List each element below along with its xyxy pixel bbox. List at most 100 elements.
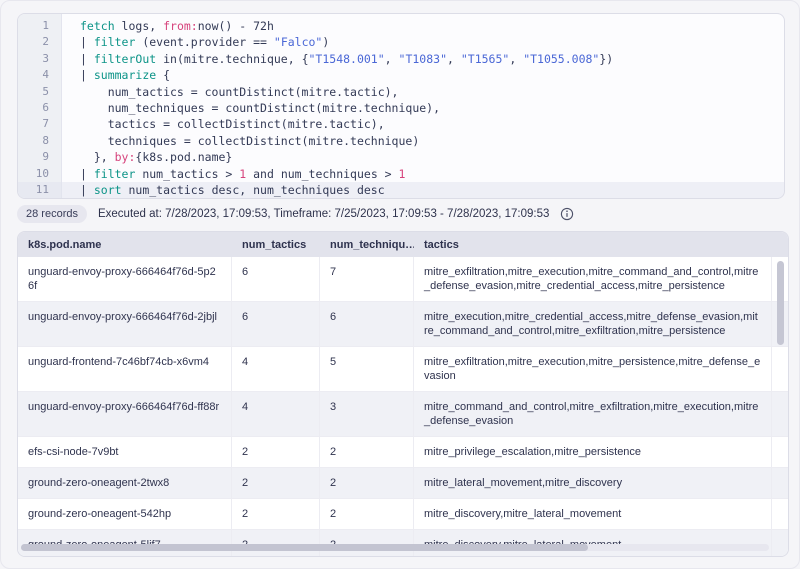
code-token-pl: | — [80, 35, 94, 49]
horizontal-scrollbar-track[interactable] — [21, 544, 769, 551]
line-number: 5 — [18, 84, 62, 100]
code-token-pl: , — [509, 52, 523, 66]
cell-tactics: mitre_exfiltration,mitre_execution,mitre… — [414, 347, 772, 391]
code-token-pl: and num_techniques > — [246, 167, 398, 181]
cell-num_tactics: 4 — [232, 347, 320, 391]
table-row[interactable]: ground-zero-oneagent-2twx822mitre_latera… — [18, 468, 788, 499]
cell-num_tactics: 2 — [232, 499, 320, 529]
code-token-str: "Falco" — [274, 35, 322, 49]
row-gutter — [772, 499, 789, 529]
code-token-kw: filter — [94, 167, 136, 181]
table-row[interactable]: ground-zero-oneagent-542hp22mitre_discov… — [18, 499, 788, 530]
cell-tactics: mitre_discovery,mitre_lateral_movement — [414, 499, 772, 529]
code-token-pl: ) — [322, 35, 329, 49]
cell-pod: unguard-envoy-proxy-666464f76d-2jbjl — [18, 302, 232, 346]
cell-num_tactics: 6 — [232, 257, 320, 301]
code-token-pl: }, — [80, 150, 115, 164]
code-token-pl: num_techniques = countDistinct(mitre.tec… — [80, 101, 440, 115]
cell-num_techniques: 2 — [320, 468, 414, 498]
vertical-scrollbar-thumb[interactable] — [777, 261, 784, 345]
code-text: fetch logs, from:now() - 72h — [62, 18, 274, 34]
table-body: unguard-envoy-proxy-666464f76d-5p26f67mi… — [18, 257, 788, 557]
code-line[interactable]: 6 num_techniques = countDistinct(mitre.t… — [18, 100, 784, 116]
code-token-str: "T1083" — [399, 52, 447, 66]
code-token-pl: }) — [599, 52, 613, 66]
table-row[interactable]: unguard-frontend-7c46bf74cb-x6vm445mitre… — [18, 347, 788, 392]
cell-tactics: mitre_lateral_movement,mitre_discovery — [414, 468, 772, 498]
info-icon[interactable] — [560, 207, 574, 221]
code-token-kw: filterOut — [94, 52, 156, 66]
table-row[interactable]: efs-csi-node-7v9bt22mitre_privilege_esca… — [18, 437, 788, 468]
cell-pod: ground-zero-oneagent-2twx8 — [18, 468, 232, 498]
code-line[interactable]: 2| filter (event.provider == "Falco") — [18, 34, 784, 50]
code-token-str: "T1055.008" — [523, 52, 599, 66]
line-number: 11 — [18, 182, 62, 198]
cell-tactics: mitre_command_and_control,mitre_exfiltra… — [414, 392, 772, 436]
column-header-tactics[interactable]: tactics — [414, 239, 772, 251]
cell-num_techniques: 5 — [320, 347, 414, 391]
code-token-pl: | — [80, 183, 94, 197]
code-text: num_tactics = countDistinct(mitre.tactic… — [62, 84, 399, 100]
column-header-num_tactics[interactable]: num_tactics — [232, 239, 320, 251]
query-editor[interactable]: 1fetch logs, from:now() - 72h2| filter (… — [17, 13, 785, 199]
code-token-pl: logs, — [115, 19, 163, 33]
cell-tactics: mitre_privilege_escalation,mitre_persist… — [414, 437, 772, 467]
code-token-pl: { — [156, 68, 170, 82]
row-gutter — [772, 530, 789, 557]
code-text: | filter num_tactics > 1 and num_techniq… — [62, 166, 405, 182]
code-token-mod: from: — [163, 19, 198, 33]
code-token-pl: now() - 72h — [198, 19, 274, 33]
code-line[interactable]: 1fetch logs, from:now() - 72h — [18, 18, 784, 34]
line-number: 8 — [18, 133, 62, 149]
code-line[interactable]: 7 tactics = collectDistinct(mitre.tactic… — [18, 116, 784, 132]
code-text: tactics = collectDistinct(mitre.tactic), — [62, 116, 385, 132]
code-text: | filterOut in(mitre.technique, {"T1548.… — [62, 51, 613, 67]
code-text: num_techniques = countDistinct(mitre.tec… — [62, 100, 440, 116]
cell-num_techniques: 3 — [320, 392, 414, 436]
status-bar: 28 records Executed at: 7/28/2023, 17:09… — [17, 203, 783, 225]
cell-pod: unguard-envoy-proxy-666464f76d-ff88r — [18, 392, 232, 436]
table-header: k8s.pod.namenum_tacticsnum_techniqu…tact… — [18, 232, 788, 257]
horizontal-scrollbar-thumb[interactable] — [21, 544, 588, 551]
code-token-kw: fetch — [80, 19, 115, 33]
code-line[interactable]: 4| summarize { — [18, 67, 784, 83]
code-line[interactable]: 3| filterOut in(mitre.technique, {"T1548… — [18, 51, 784, 67]
cell-num_techniques: 2 — [320, 437, 414, 467]
code-token-pl: in(mitre.technique, { — [156, 52, 308, 66]
table-row[interactable]: unguard-envoy-proxy-666464f76d-ff88r43mi… — [18, 392, 788, 437]
code-text: }, by:{k8s.pod.name} — [62, 149, 232, 165]
code-token-pl: , — [447, 52, 461, 66]
table-row[interactable]: unguard-envoy-proxy-666464f76d-2jbjl66mi… — [18, 302, 788, 347]
cell-tactics: mitre_execution,mitre_credential_access,… — [414, 302, 772, 346]
code-token-kw: filter — [94, 35, 136, 49]
line-number: 6 — [18, 100, 62, 116]
code-token-pl: techniques = collectDistinct(mitre.techn… — [80, 134, 419, 148]
cell-pod: unguard-envoy-proxy-666464f76d-5p26f — [18, 257, 232, 301]
cell-num_tactics: 2 — [232, 468, 320, 498]
code-token-pl: num_tactics = countDistinct(mitre.tactic… — [80, 85, 399, 99]
code-line[interactable]: 9 }, by:{k8s.pod.name} — [18, 149, 784, 165]
code-token-kw: summarize — [94, 68, 156, 82]
code-token-pl: num_tactics desc, num_techniques desc — [122, 183, 385, 197]
code-line[interactable]: 8 techniques = collectDistinct(mitre.tec… — [18, 133, 784, 149]
code-token-mod: by: — [115, 150, 136, 164]
line-number: 10 — [18, 166, 62, 182]
code-token-num: 1 — [399, 167, 406, 181]
column-header-num_techniques[interactable]: num_techniqu… — [320, 239, 414, 251]
column-header-pod[interactable]: k8s.pod.name — [18, 239, 232, 251]
line-number: 3 — [18, 51, 62, 67]
code-line[interactable]: 11| sort num_tactics desc, num_technique… — [18, 182, 784, 198]
row-gutter — [772, 437, 789, 467]
line-number: 2 — [18, 34, 62, 50]
code-token-str: "T1548.001" — [309, 52, 385, 66]
records-badge: 28 records — [17, 205, 87, 223]
code-token-pl: | — [80, 68, 94, 82]
code-token-kw: sort — [94, 183, 122, 197]
row-gutter — [772, 468, 789, 498]
table-row[interactable]: unguard-envoy-proxy-666464f76d-5p26f67mi… — [18, 257, 788, 302]
cell-num_techniques: 6 — [320, 302, 414, 346]
code-line[interactable]: 10| filter num_tactics > 1 and num_techn… — [18, 166, 784, 182]
code-text: | sort num_tactics desc, num_techniques … — [62, 182, 385, 198]
code-text: | summarize { — [62, 67, 170, 83]
code-line[interactable]: 5 num_tactics = countDistinct(mitre.tact… — [18, 84, 784, 100]
